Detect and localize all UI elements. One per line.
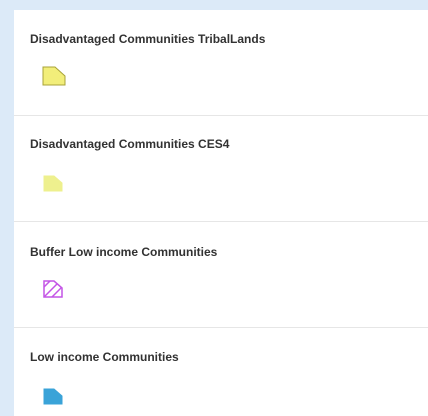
legend-item-buffer-low-income: Buffer Low income Communities <box>14 222 428 327</box>
legend-item-label: Disadvantaged Communities TribalLands <box>30 32 266 46</box>
legend-panel: Disadvantaged Communities TribalLands Di… <box>14 10 428 416</box>
legend-item-tribal-lands: Disadvantaged Communities TribalLands <box>14 10 428 115</box>
legend-item-label: Buffer Low income Communities <box>30 245 218 259</box>
blue-polygon-icon <box>43 388 63 405</box>
legend-item-ces4: Disadvantaged Communities CES4 <box>14 116 428 221</box>
legend-item-low-income: Low income Communities <box>14 328 428 416</box>
pale-yellow-polygon-icon <box>43 175 63 192</box>
legend-item-label: Disadvantaged Communities CES4 <box>30 137 230 151</box>
legend-item-label: Low income Communities <box>30 350 179 364</box>
yellow-outlined-polygon-icon <box>42 66 66 86</box>
purple-hatched-polygon-icon <box>43 280 63 298</box>
